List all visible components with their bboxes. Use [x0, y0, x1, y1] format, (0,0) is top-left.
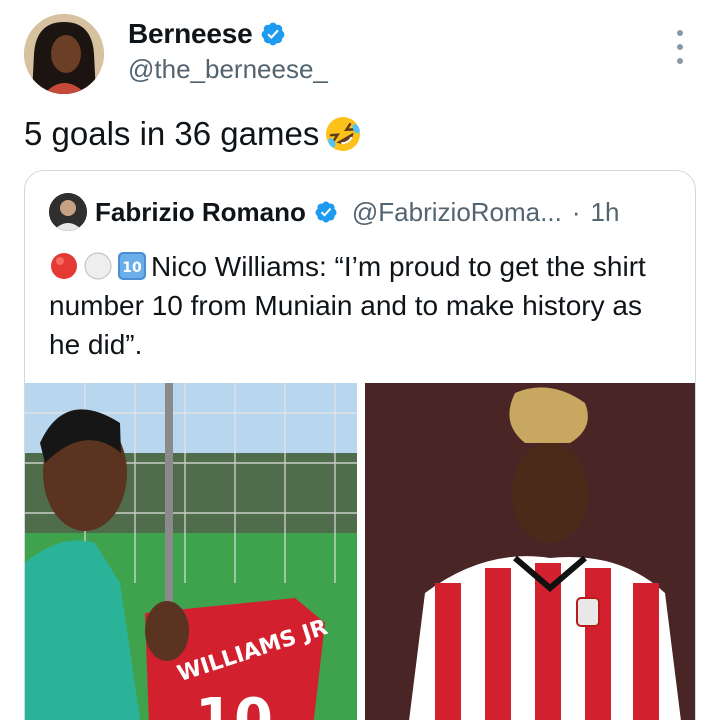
rolling-laughing-emoji-icon: [326, 117, 361, 151]
author-avatar[interactable]: [24, 14, 104, 94]
svg-text:10: 10: [122, 260, 142, 276]
more-dot-icon: [677, 44, 683, 50]
media-photo-right[interactable]: [365, 383, 695, 720]
quote-header: Fabrizio Romano @FabrizioRoma... · 1h: [49, 193, 619, 231]
more-dot-icon: [677, 58, 683, 64]
quoted-tweet-card[interactable]: Fabrizio Romano @FabrizioRoma... · 1h 10…: [24, 170, 696, 720]
quote-author-handle[interactable]: @FabrizioRoma...: [352, 197, 562, 228]
white-circle-emoji-icon: [84, 252, 112, 280]
separator-dot: ·: [571, 196, 581, 227]
quote-text: 10 Nico Williams: “I’m proud to get the …: [49, 247, 679, 364]
photo-jersey-presentation: WILLIAMS JR 10: [25, 383, 357, 720]
keycap-ten-emoji-icon: 10: [118, 252, 146, 280]
media-photo-left[interactable]: WILLIAMS JR 10: [25, 383, 357, 720]
quote-author-avatar[interactable]: [49, 193, 87, 231]
quote-avatar-image: [49, 193, 87, 231]
author-display-name[interactable]: Berneese: [128, 18, 253, 50]
tweet-text-content: 5 goals in 36 games: [24, 115, 320, 152]
jersey-number: 10: [195, 687, 273, 720]
author-name-row: Berneese: [128, 18, 286, 50]
avatar-image: [24, 14, 104, 94]
more-dot-icon: [677, 30, 683, 36]
photo-player-celebrating: [365, 383, 695, 720]
more-options-icon[interactable]: [670, 30, 690, 64]
author-handle[interactable]: @the_berneese_: [128, 54, 328, 85]
verified-badge-icon: [315, 201, 337, 223]
quote-timestamp[interactable]: 1h: [590, 197, 619, 228]
quote-author-name[interactable]: Fabrizio Romano: [95, 197, 306, 228]
tweet-text: 5 goals in 36 games: [24, 112, 363, 156]
red-circle-emoji-icon: [51, 253, 77, 279]
verified-badge-icon: [262, 22, 285, 46]
media-gallery: WILLIAMS JR 10: [25, 383, 695, 720]
